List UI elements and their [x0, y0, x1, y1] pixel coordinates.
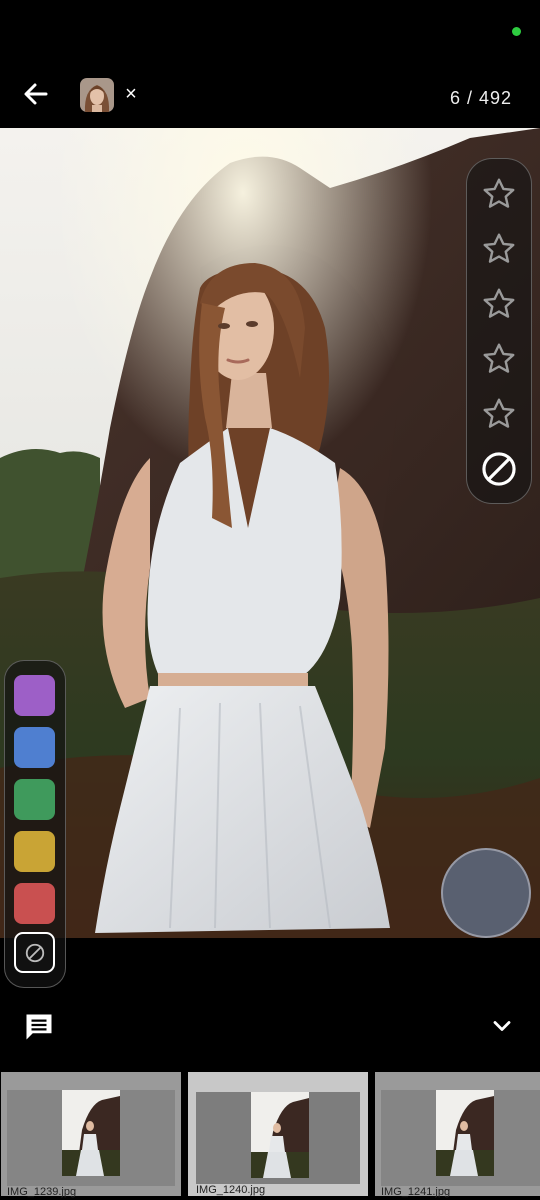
reject-circle-slash-icon	[482, 452, 516, 486]
color-label-clear-button[interactable]	[14, 932, 55, 973]
arrow-left-icon	[24, 83, 48, 105]
filmstrip-item[interactable]: IMG_1239.jpg	[1, 1072, 181, 1198]
filmstrip-item-label: IMG_1241.jpg	[381, 1186, 451, 1198]
top-bar: × 6 / 492	[0, 60, 540, 128]
star-outline-icon	[483, 233, 515, 263]
main-photo[interactable]	[0, 128, 540, 938]
color-label-red[interactable]	[14, 883, 55, 924]
star-3-button[interactable]	[479, 284, 519, 324]
thumbnail-image	[436, 1090, 494, 1176]
back-button[interactable]	[18, 76, 54, 112]
photo-image	[0, 128, 540, 938]
filmstrip-item-selected[interactable]: IMG_1240.jpg	[188, 1072, 368, 1196]
comment-icon	[26, 1014, 52, 1040]
star-outline-icon	[483, 288, 515, 318]
photo-counter: 6 / 492	[449, 88, 512, 108]
filmstrip-item-label: IMG_1239.jpg	[7, 1186, 77, 1198]
color-label-blue[interactable]	[14, 727, 55, 768]
star-outline-icon	[483, 178, 515, 208]
star-5-button[interactable]	[479, 394, 519, 434]
star-outline-icon	[483, 398, 515, 428]
color-label-panel	[4, 660, 66, 988]
star-outline-icon	[483, 343, 515, 373]
color-label-yellow[interactable]	[14, 831, 55, 872]
status-indicator-dot	[512, 27, 521, 36]
star-2-button[interactable]	[479, 229, 519, 269]
thumbnail-image	[62, 1090, 120, 1176]
star-4-button[interactable]	[479, 339, 519, 379]
thumbnail-image	[251, 1092, 309, 1178]
chevron-down-icon	[493, 1021, 511, 1031]
expand-details-button[interactable]	[488, 1012, 516, 1040]
comment-button[interactable]	[24, 1012, 54, 1042]
star-1-button[interactable]	[479, 174, 519, 214]
face-filter-chip[interactable]	[80, 78, 114, 112]
filmstrip-item[interactable]: IMG_1241.jpg	[375, 1072, 540, 1198]
face-thumbnail	[80, 78, 114, 112]
floating-action-button[interactable]	[441, 848, 531, 938]
reject-button[interactable]	[479, 449, 519, 489]
color-label-green[interactable]	[14, 779, 55, 820]
star-rating-panel	[466, 158, 532, 504]
face-filter-close-button[interactable]: ×	[121, 82, 141, 106]
filmstrip: IMG_1239.jpg IMG_1240.jpg IMG_1241.jpg	[0, 1068, 540, 1200]
color-label-purple[interactable]	[14, 675, 55, 716]
filmstrip-item-label: IMG_1240.jpg	[196, 1184, 266, 1196]
reject-circle-slash-icon	[25, 943, 44, 962]
